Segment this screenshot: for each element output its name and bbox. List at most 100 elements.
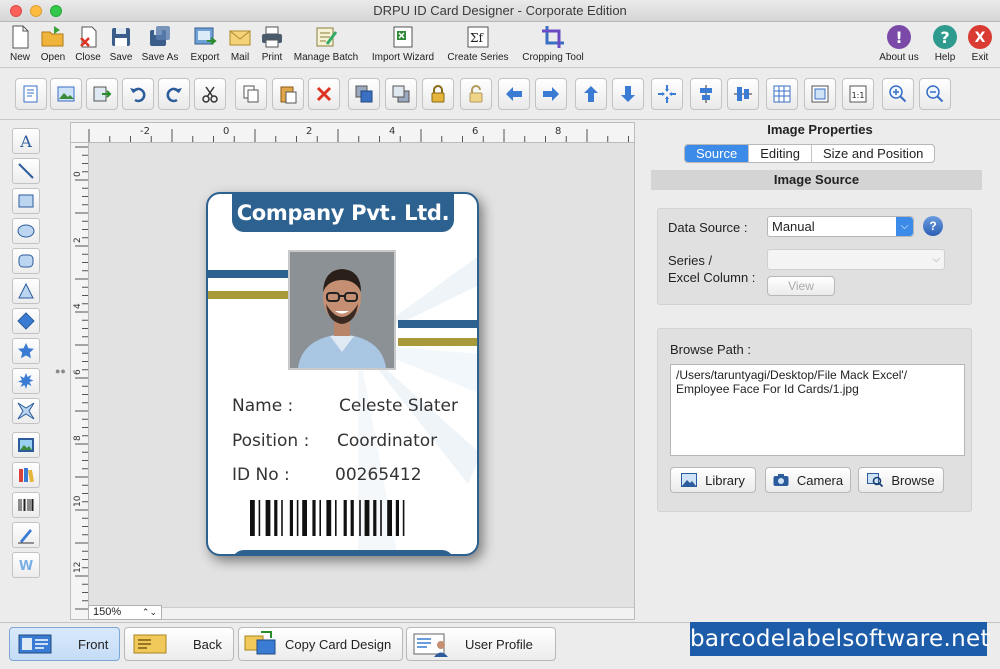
export-button[interactable]: Export	[187, 24, 223, 66]
cropping-tool-button[interactable]: Cropping Tool	[518, 24, 588, 66]
barcode-bar	[387, 500, 392, 536]
library-tool[interactable]	[12, 462, 40, 488]
ruler-label: 4	[389, 126, 395, 137]
arrow-right-icon	[543, 87, 559, 101]
tab-editing[interactable]: Editing	[749, 145, 812, 162]
zoom-in-button[interactable]	[882, 78, 914, 110]
arrow-left-icon	[506, 87, 522, 101]
ruler-label: 6	[73, 369, 83, 375]
line-tool[interactable]	[12, 158, 40, 184]
bring-front-button[interactable]	[348, 78, 380, 110]
view-button[interactable]: View	[767, 276, 835, 296]
front-button[interactable]: Front	[9, 627, 120, 661]
save-button[interactable]: Save	[107, 24, 135, 66]
line-tool-icon	[18, 163, 34, 179]
export-image-button[interactable]	[86, 78, 118, 110]
library-button[interactable]: Library	[670, 467, 756, 493]
window-zoom-button[interactable]	[50, 5, 62, 17]
print-button[interactable]: Print	[258, 24, 286, 66]
send-back-button[interactable]	[385, 78, 417, 110]
browse-path-group: Browse Path : /Users/taruntyagi/Desktop/…	[657, 328, 972, 512]
browse-button[interactable]: Browse	[858, 467, 944, 493]
tab-size-and-position[interactable]: Size and Position	[812, 145, 934, 162]
open-button[interactable]: Open	[38, 24, 68, 66]
help-icon[interactable]: ?	[923, 216, 943, 236]
window-minimize-button[interactable]	[30, 5, 42, 17]
split-handle-icon[interactable]: ●●	[55, 366, 66, 376]
fit-page-button[interactable]	[804, 78, 836, 110]
zoom-select[interactable]: 150% ⌃⌄	[88, 605, 162, 620]
center-button[interactable]	[651, 78, 683, 110]
id-card-preview[interactable]: Company Pvt. Ltd. Name : Celeste Slater …	[206, 192, 479, 556]
window-close-button[interactable]	[10, 5, 22, 17]
align-vertical-button[interactable]	[727, 78, 759, 110]
watermark-tool[interactable]: W	[12, 552, 40, 578]
triangle-tool[interactable]	[12, 278, 40, 304]
barcode-bar	[289, 500, 293, 536]
insert-image-button[interactable]	[50, 78, 82, 110]
redo-button[interactable]	[158, 78, 190, 110]
ellipse-tool[interactable]	[12, 218, 40, 244]
chevron-down-icon: ⌵	[896, 217, 913, 236]
copy-button[interactable]	[235, 78, 267, 110]
tab-source[interactable]: Source	[685, 145, 750, 162]
copy-icon	[243, 85, 259, 103]
zoom-out-button[interactable]	[919, 78, 951, 110]
back-button[interactable]: Back	[124, 627, 234, 661]
series-label-line2: Excel Column :	[668, 270, 756, 285]
actual-size-button[interactable]: 1:1	[842, 78, 874, 110]
star-tool[interactable]	[12, 338, 40, 364]
move-left-button[interactable]	[498, 78, 530, 110]
properties-button[interactable]	[15, 78, 47, 110]
undo-button[interactable]	[122, 78, 154, 110]
mail-button[interactable]: Mail	[227, 24, 253, 66]
data-source-select[interactable]: Manual ⌵	[767, 216, 914, 237]
series-column-select[interactable]: ⌵	[767, 249, 945, 270]
grid-button[interactable]	[766, 78, 798, 110]
image-tool[interactable]	[12, 432, 40, 458]
import-wizard-button[interactable]: Import Wizard	[368, 24, 438, 66]
ruler-label: 4	[73, 303, 83, 309]
user-profile-button[interactable]: User Profile	[406, 627, 556, 661]
ruler-label: 2	[306, 126, 312, 137]
paste-button[interactable]	[272, 78, 304, 110]
rounded-rect-tool[interactable]	[12, 248, 40, 274]
diamond-tool[interactable]	[12, 308, 40, 334]
crop-icon	[542, 26, 564, 48]
employee-photo[interactable]	[288, 250, 396, 370]
unlock-button[interactable]	[460, 78, 492, 110]
camera-button[interactable]: Camera	[765, 467, 851, 493]
star4-tool[interactable]	[12, 398, 40, 424]
move-up-button[interactable]	[575, 78, 607, 110]
copy-card-design-button[interactable]: Copy Card Design	[238, 627, 403, 661]
close-button[interactable]: Close	[72, 24, 104, 66]
manage-batch-button[interactable]: Manage Batch	[291, 24, 361, 66]
exit-button[interactable]: X Exit	[966, 24, 994, 66]
barcode-tool[interactable]	[12, 492, 40, 518]
card-front-icon	[18, 634, 52, 654]
horizontal-scrollbar[interactable]	[89, 607, 634, 619]
move-down-button[interactable]	[612, 78, 644, 110]
text-tool[interactable]: A	[12, 128, 40, 154]
browse-path-field[interactable]: /Users/taruntyagi/Desktop/File Mack Exce…	[670, 364, 965, 456]
align-horizontal-button[interactable]	[690, 78, 722, 110]
about-us-button[interactable]: ! About us	[876, 24, 922, 66]
bring-to-front-icon	[355, 85, 373, 103]
name-label: Name :	[232, 396, 294, 416]
lock-button[interactable]	[422, 78, 454, 110]
open-folder-icon	[41, 26, 64, 47]
save-as-button[interactable]: Save As	[140, 24, 180, 66]
cut-button[interactable]	[194, 78, 226, 110]
barcode-bar	[335, 500, 337, 536]
barcode-bar	[395, 500, 399, 536]
barcode-bar	[402, 500, 405, 536]
new-document-icon	[12, 25, 29, 49]
signature-tool[interactable]	[12, 522, 40, 548]
help-button[interactable]: ? Help	[931, 24, 959, 66]
burst-tool[interactable]	[12, 368, 40, 394]
create-series-button[interactable]: Σf Create Series	[445, 24, 511, 66]
move-right-button[interactable]	[535, 78, 567, 110]
rectangle-tool[interactable]	[12, 188, 40, 214]
new-button[interactable]: New	[6, 24, 34, 66]
delete-button[interactable]	[308, 78, 340, 110]
